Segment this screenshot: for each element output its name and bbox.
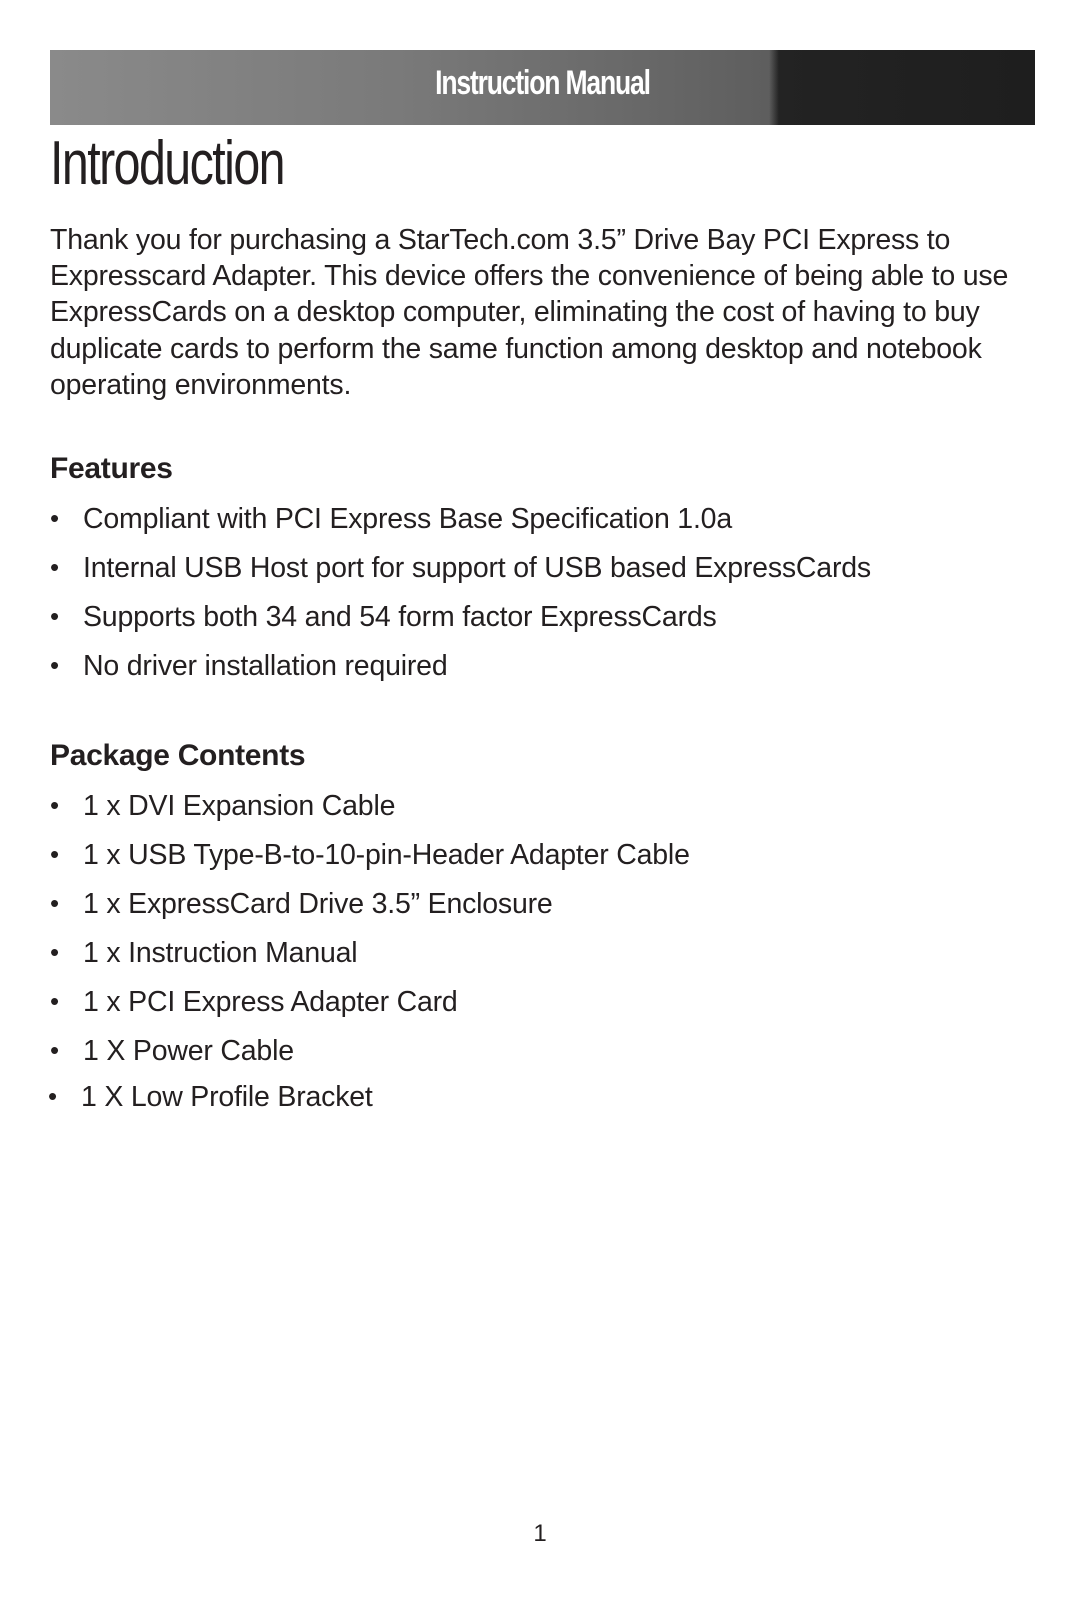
header-title: Instruction Manual [435,64,651,102]
bullet-icon: • [50,552,59,582]
bullet-icon: • [50,1035,59,1065]
list-item-text: Supports both 34 and 54 form factor Expr… [83,601,717,633]
package-contents-heading: Package Contents [50,739,306,772]
page-number: 1 [533,1520,547,1547]
bullet-icon: • [50,790,59,820]
page-title: Introduction [50,129,286,198]
header-bar: Instruction Manual [50,50,1035,125]
bullet-icon: • [50,839,59,869]
features-heading: Features [50,452,173,485]
bullet-icon: • [48,1081,57,1111]
bullet-icon: • [50,650,59,680]
list-item-text: Internal USB Host port for support of US… [83,552,871,584]
list-item-text: 1 x ExpressCard Drive 3.5” Enclosure [83,888,553,920]
list-item-text: 1 X Power Cable [83,1035,294,1067]
bullet-icon: • [50,503,59,533]
list-item-text: 1 x PCI Express Adapter Card [83,986,458,1018]
list-item-text: 1 x DVI Expansion Cable [83,790,396,822]
bullet-icon: • [50,601,59,631]
bullet-icon: • [50,888,59,918]
list-item-text: 1 x Instruction Manual [83,937,358,969]
list-item-text: Compliant with PCI Express Base Specific… [83,503,732,535]
intro-paragraph: Thank you for purchasing a StarTech.com … [50,224,1009,401]
list-item-text: 1 X Low Profile Bracket [81,1081,373,1113]
list-item-text: 1 x USB Type-B-to-10-pin-Header Adapter … [83,839,690,871]
bullet-icon: • [50,937,59,967]
list-item-text: No driver installation required [83,650,448,682]
bullet-icon: • [50,986,59,1016]
